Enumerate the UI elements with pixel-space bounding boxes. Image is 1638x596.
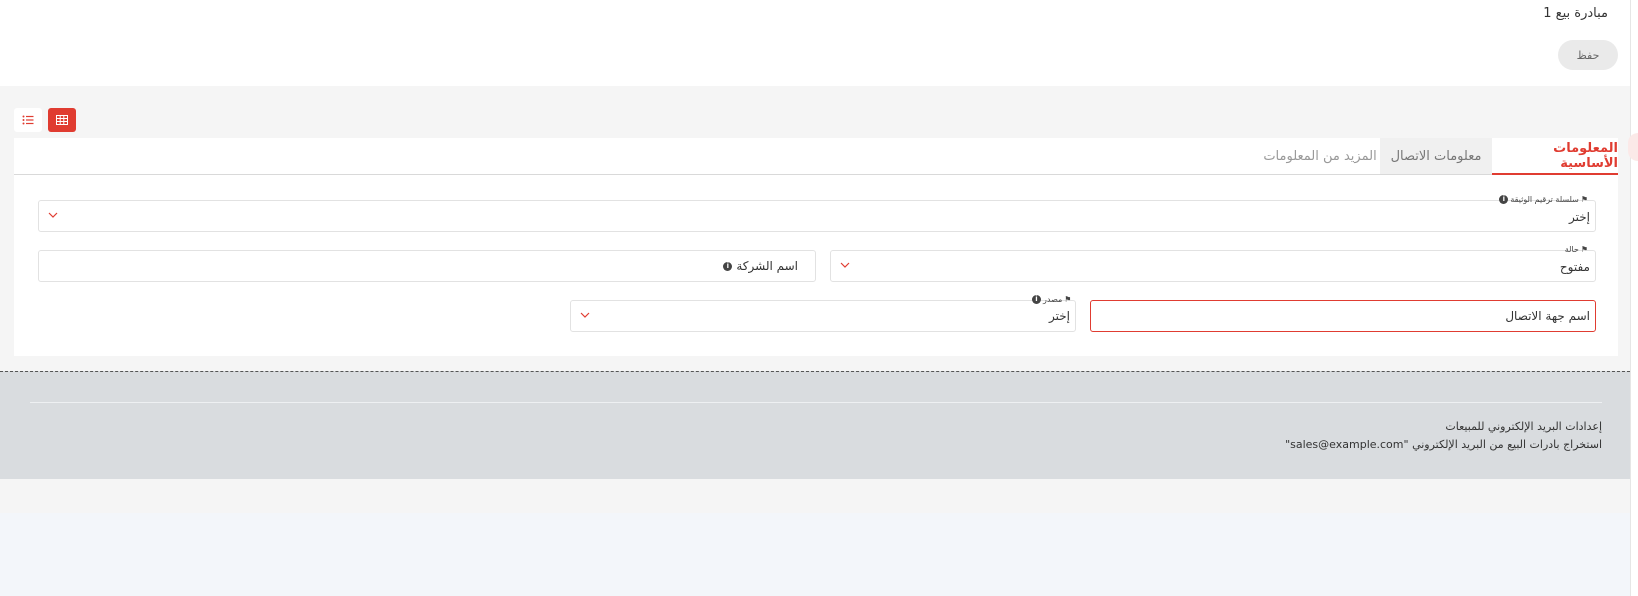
footer-divider (30, 402, 1602, 403)
list-icon (22, 115, 34, 125)
company-name-placeholder: اسم الشركة i (38, 250, 798, 282)
contact-name-placeholder: اسم جهة الاتصال (1505, 309, 1590, 323)
source-value: إختر (1049, 309, 1070, 323)
naming-series-value: إختر (1569, 210, 1590, 224)
flag-icon: ⚑ (1580, 195, 1588, 204)
side-panel-handle[interactable] (1628, 133, 1638, 161)
naming-series-label: ⚑ سلسلة ترقيم الوثيقة i (1499, 195, 1588, 204)
info-icon[interactable]: i (723, 261, 733, 271)
chevron-down-icon[interactable] (46, 208, 60, 222)
email-settings-section (0, 371, 1630, 479)
flag-icon: ⚑ (1580, 245, 1588, 254)
naming-series-select[interactable] (38, 200, 1596, 232)
chevron-down-icon[interactable] (838, 258, 852, 272)
info-icon[interactable]: i (1032, 295, 1041, 304)
tab-contact-info[interactable]: معلومات الاتصال (1380, 138, 1492, 174)
tabs-divider (14, 174, 1618, 175)
info-icon[interactable]: i (1499, 195, 1509, 204)
page-header (0, 0, 1630, 86)
save-button[interactable]: حفظ (1558, 40, 1618, 70)
tab-more-info[interactable]: المزيد من المعلومات (1260, 138, 1380, 174)
source-select[interactable] (570, 300, 1076, 332)
page-title: مبادرة بيع 1 (1543, 6, 1608, 21)
grid-icon (56, 115, 68, 125)
flag-icon: ⚑ (1064, 295, 1072, 304)
status-value: مفتوح (1559, 260, 1590, 274)
tab-basic-info[interactable]: المعلومات الأساسية (1492, 138, 1618, 175)
status-label: ⚑ حالة (1564, 245, 1588, 254)
status-select[interactable] (830, 250, 1596, 282)
chevron-down-icon[interactable] (578, 308, 592, 322)
list-view-button[interactable] (14, 108, 42, 132)
source-label: ⚑ مصدر i (1032, 295, 1071, 304)
right-scroll-strip (1630, 0, 1638, 596)
email-settings-description: استخراج بادرات البيع من البريد الإلكترون… (1285, 438, 1602, 451)
grid-view-button[interactable] (48, 108, 76, 132)
email-settings-title: إعدادات البريد الإلكتروني للمبيعات (1445, 420, 1602, 433)
